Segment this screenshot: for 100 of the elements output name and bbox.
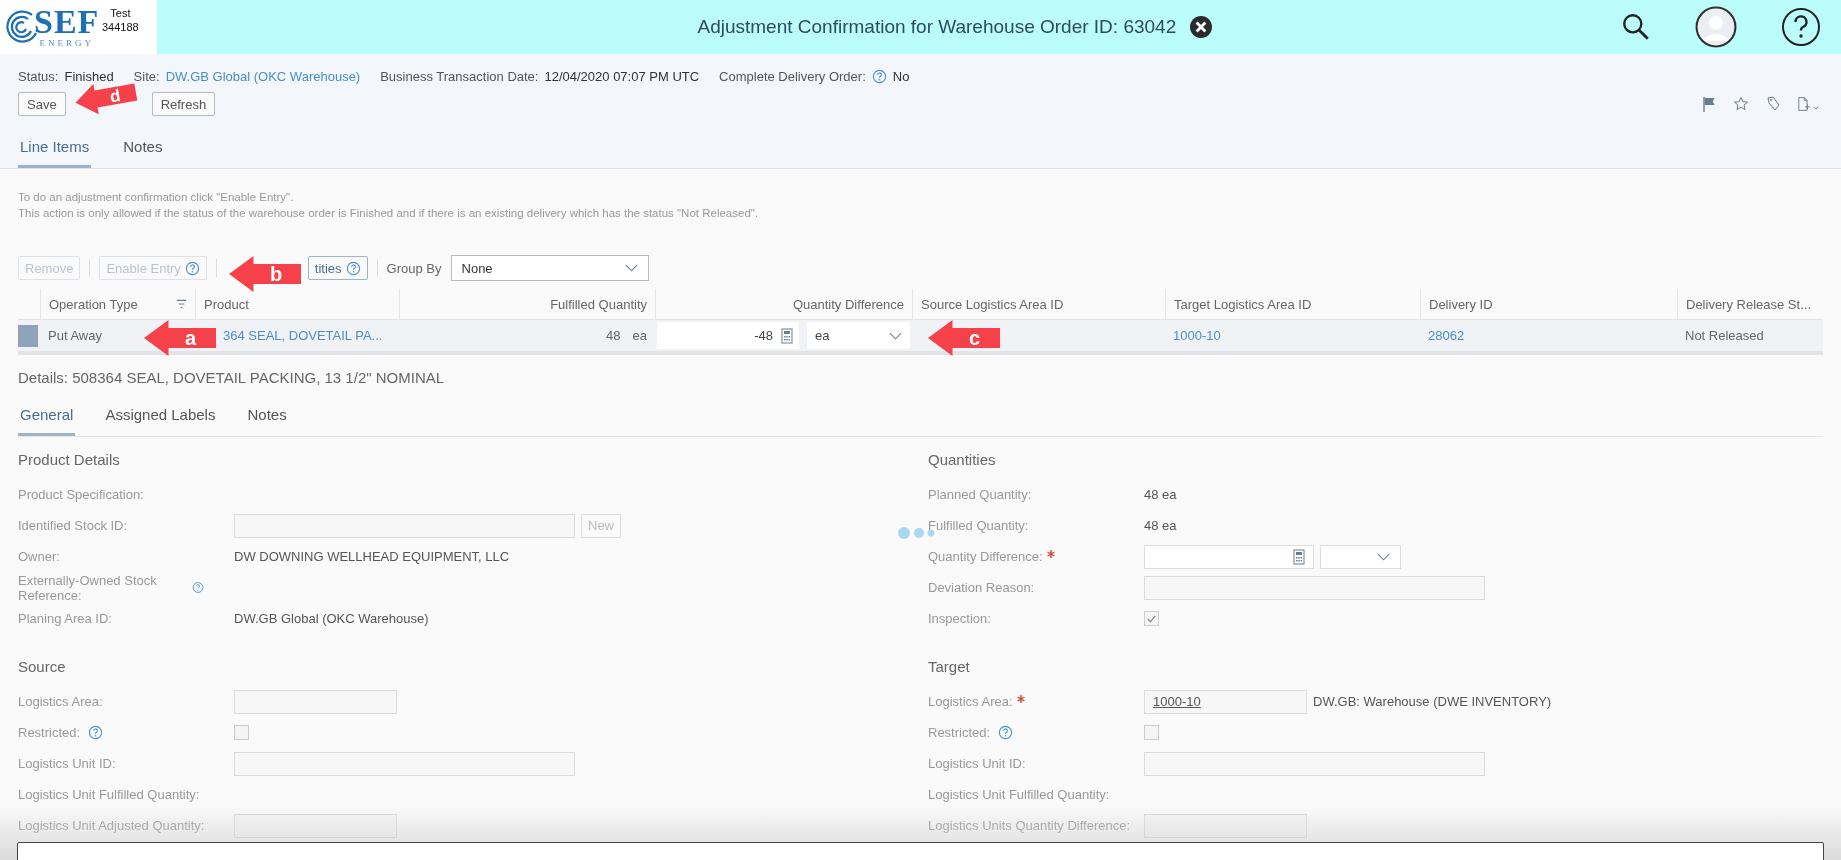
tab[interactable]: Notes (121, 138, 165, 168)
field-label: Identified Stock ID: (18, 518, 128, 533)
calculator-icon[interactable] (780, 327, 793, 344)
field-label: Deviation Reason: (928, 580, 1035, 595)
unit-select[interactable]: ea (806, 322, 910, 349)
field-value: No (892, 69, 910, 84)
table-cell: Put Away (48, 328, 102, 343)
caret-icon[interactable] (889, 331, 902, 340)
caret-icon[interactable] (1377, 552, 1390, 561)
info-text: To do an adjustment confirmation click "Enable Entry". (18, 190, 295, 205)
input-field[interactable] (1144, 751, 1485, 776)
column-header[interactable]: Delivery ID (1420, 289, 1677, 319)
tab[interactable]: Line Items (18, 138, 92, 168)
section-title: Target (928, 658, 971, 677)
field-value: DW.GB Global (OKC Warehouse) (234, 611, 429, 626)
checkbox[interactable] (1144, 611, 1159, 626)
header-button[interactable]: Refresh (151, 92, 216, 116)
field-label: Business Transaction Date: (380, 69, 539, 84)
field-label: Status: (18, 69, 59, 84)
field-label: Restricted: (928, 725, 991, 740)
section-title: Quantities (928, 451, 997, 470)
tab[interactable]: Assigned Labels (103, 406, 218, 436)
field-label: Site: (133, 69, 160, 84)
column-header[interactable]: Target Logistics Area ID (1165, 289, 1420, 319)
field-label: Logistics Area: (928, 694, 1013, 709)
tab[interactable]: General (18, 406, 76, 436)
input-field[interactable]: 1000-10 (1144, 689, 1307, 714)
field-label: Product Specification: (18, 487, 144, 502)
input-field[interactable] (234, 513, 575, 538)
checkbox[interactable] (1144, 725, 1159, 740)
add-document-icon[interactable] (1797, 96, 1819, 112)
table-cell-text: Not Released (1684, 327, 1765, 345)
row-selector[interactable] (18, 324, 38, 347)
group-by-select[interactable]: None (450, 255, 649, 281)
field-label: Logistics Unit ID: (18, 756, 116, 771)
field-label: Logistics Unit Adjusted Quantity: (18, 818, 205, 833)
field-label: Logistics Units Quantity Difference: (928, 818, 1131, 833)
field-label: Owner: (18, 549, 60, 564)
checkbox[interactable] (234, 725, 249, 740)
field-label: Quantity Difference: (928, 549, 1043, 564)
calculator-icon[interactable] (1293, 548, 1305, 565)
field-label: Planned Quantity: (928, 487, 1032, 502)
owner-link[interactable]: DW DOWNING WELLHEAD EQUIPMENT, LLC (234, 549, 510, 564)
section-title: Product Details (18, 451, 121, 470)
column-header[interactable]: Fulfilled Quantity (399, 289, 655, 319)
product-link[interactable]: 364 SEAL, DOVETAIL PA... (223, 328, 383, 343)
quantity-field[interactable] (1144, 544, 1314, 569)
callout-letter: a (185, 326, 197, 350)
logo-name: SEF (34, 6, 100, 38)
help-icon[interactable] (1781, 7, 1821, 47)
field-label: Externally-Owned Stock Reference: (18, 572, 158, 603)
input-field[interactable] (1144, 813, 1307, 838)
field-value: 48 ea (1144, 518, 1177, 533)
area-link[interactable]: 1000-10 (1173, 328, 1221, 343)
callout-letter: d (108, 84, 122, 107)
caret-icon[interactable] (624, 264, 638, 272)
delivery-link[interactable]: 28062 (1428, 328, 1465, 343)
site-link[interactable]: DW.GB Global (OKC Warehouse) (165, 69, 361, 84)
field-label: Logistics Unit ID: (928, 756, 1026, 771)
column-header[interactable]: Source Logistics Area ID (912, 289, 1165, 319)
field-label: Restricted: (18, 725, 81, 740)
input-field[interactable] (234, 751, 575, 776)
section-title: Source (18, 658, 67, 677)
info-text: This action is only allowed if the status of the warehouse order is Finished and if there is an existing delivery which has the status "Not Released". (18, 206, 760, 221)
sort-icon[interactable] (176, 299, 187, 309)
tag-icon[interactable] (1765, 96, 1781, 112)
field-label: Planing Area ID: (18, 611, 112, 626)
quantity-field[interactable]: -48 (657, 322, 799, 349)
field-label: Logistics Unit Fulfilled Quantity: (18, 787, 200, 802)
input-field[interactable] (1144, 575, 1485, 600)
callout-letter: c (969, 326, 981, 350)
table-cell: 48 (606, 328, 621, 343)
field-label: Logistics Area: (18, 694, 103, 709)
field-label: Fulfilled Quantity: (928, 518, 1029, 533)
toolbar-button[interactable]: tities (307, 256, 368, 280)
field-label: Logistics Unit Fulfilled Quantity: (928, 787, 1110, 802)
logo-tagline: ENERGY (39, 38, 94, 48)
field-label: Complete Delivery Order: (719, 69, 866, 84)
input-field[interactable] (234, 689, 397, 714)
field-value: 12/04/2020 07:07 PM UTC (544, 69, 700, 84)
star-icon[interactable] (1733, 96, 1749, 112)
area-link[interactable]: DW.GB: Warehouse (DWE INVENTORY) (1313, 694, 1552, 709)
app-title: Adjustment Confirmation for Warehouse Order ID: 63042 (697, 16, 1177, 38)
column-header[interactable]: Delivery Release St... (1677, 289, 1827, 319)
user-tag-text: Test (109, 6, 132, 20)
search-icon[interactable] (1621, 12, 1651, 42)
field-value: Finished (64, 69, 114, 84)
avatar-icon[interactable] (1695, 6, 1737, 48)
tab[interactable]: Notes (245, 406, 289, 436)
column-header[interactable]: Quantity Difference (655, 289, 912, 319)
field-value: 48 ea (1144, 487, 1177, 502)
input-field[interactable] (234, 813, 397, 838)
close-icon[interactable] (1190, 16, 1213, 38)
flag-icon[interactable] (1701, 96, 1717, 112)
callout-letter: b (270, 262, 283, 286)
column-header[interactable]: Operation Type (40, 289, 195, 319)
details-title: Details: 508364 SEAL, DOVETAIL PACKING, 13 1/2" NOMINAL (18, 369, 446, 386)
header-button[interactable]: Save (18, 92, 66, 116)
field-label: Inspection: (928, 611, 991, 626)
group-by-label: Group By (386, 260, 442, 276)
